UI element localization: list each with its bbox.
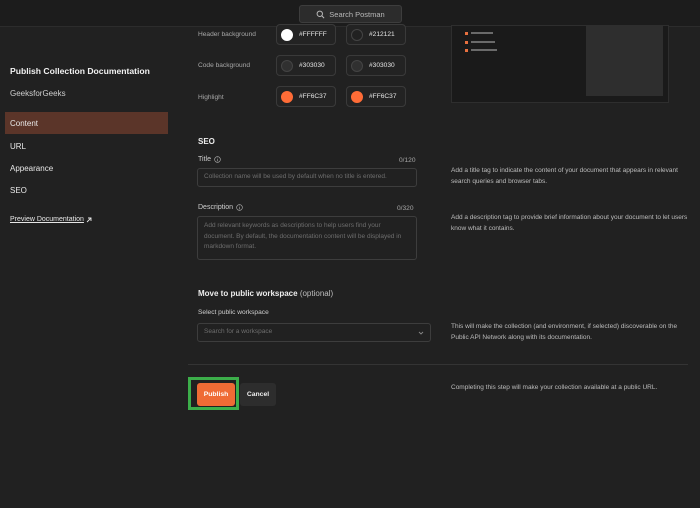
- info-icon[interactable]: [214, 156, 221, 163]
- thumb-bullet: [465, 49, 468, 52]
- title-field-label: Title: [198, 156, 221, 163]
- thumb-bullet: [465, 41, 468, 44]
- thumb-bullet: [465, 32, 468, 35]
- header-background-light-picker[interactable]: #FFFFFF: [276, 24, 336, 45]
- color-value: #303030: [369, 62, 395, 69]
- description-field-label: Description: [198, 204, 243, 211]
- sidebar-item-label: SEO: [10, 185, 27, 195]
- code-background-label: Code background: [198, 62, 251, 69]
- color-value: #212121: [369, 31, 395, 38]
- sidebar-item-url[interactable]: URL: [5, 135, 168, 157]
- title-help-text: Add a title tag to indicate the content …: [451, 167, 678, 186]
- workspace-select[interactable]: Search for a workspace: [197, 323, 431, 342]
- thumb-content-area: [586, 26, 663, 96]
- public-workspace-heading-text: Move to public workspace: [198, 289, 298, 298]
- sidebar-item-appearance[interactable]: Appearance: [5, 157, 168, 179]
- color-swatch: [351, 28, 363, 41]
- preview-documentation-link[interactable]: Preview Documentation: [10, 216, 92, 223]
- top-bar: Search Postman: [0, 0, 700, 27]
- color-swatch: [351, 59, 363, 72]
- optional-tag: (optional): [299, 289, 334, 298]
- title-char-count: 0/120: [399, 157, 416, 164]
- color-value: #FFFFFF: [299, 31, 327, 38]
- global-search[interactable]: Search Postman: [299, 5, 402, 23]
- workspace-help-text: This will make the collection (and envir…: [451, 323, 678, 342]
- select-workspace-label: Select public workspace: [198, 309, 269, 316]
- color-value: #FF6C37: [369, 93, 397, 100]
- sidebar-item-label: Appearance: [10, 163, 54, 173]
- color-value: #FF6C37: [299, 93, 327, 100]
- chevron-down-icon: [418, 331, 424, 335]
- workspace-select-placeholder: Search for a workspace: [204, 328, 273, 335]
- code-background-dark-picker[interactable]: #303030: [346, 55, 406, 76]
- header-background-label: Header background: [198, 31, 256, 38]
- public-workspace-heading: Move to public workspace (optional): [198, 289, 333, 298]
- sidebar-item-seo[interactable]: SEO: [5, 179, 168, 201]
- highlight-light-picker[interactable]: #FF6C37: [276, 86, 336, 107]
- highlight-dark-picker[interactable]: #FF6C37: [346, 86, 406, 107]
- page-title: Publish Collection Documentation: [10, 66, 150, 76]
- description-char-count: 0/320: [397, 205, 414, 212]
- highlight-label: Highlight: [198, 94, 224, 101]
- seo-title-input[interactable]: Collection name will be used by default …: [197, 168, 417, 187]
- seo-description-textarea[interactable]: Add relevant keywords as descriptions to…: [197, 216, 417, 260]
- team-name: GeeksforGeeks: [10, 89, 66, 98]
- color-swatch: [281, 59, 293, 72]
- sidebar-item-content[interactable]: Content: [5, 112, 168, 134]
- search-placeholder: Search Postman: [329, 9, 385, 19]
- color-value: #303030: [299, 62, 325, 69]
- sidebar-item-label: URL: [10, 141, 27, 151]
- description-help-text: Add a description tag to provide brief i…: [451, 214, 688, 233]
- title-label-text: Title: [198, 156, 211, 163]
- color-swatch: [351, 90, 363, 103]
- section-divider: [188, 364, 688, 365]
- publish-note: Completing this step will make your coll…: [451, 384, 658, 391]
- external-link-arrow-icon: [86, 217, 92, 222]
- sidebar: [0, 27, 180, 508]
- search-icon: [316, 10, 325, 18]
- thumb-line: [471, 41, 495, 43]
- sidebar-item-label: Content: [10, 118, 39, 128]
- seo-heading: SEO: [198, 137, 215, 146]
- publish-button[interactable]: Publish: [197, 383, 235, 406]
- info-icon[interactable]: [236, 204, 243, 211]
- cancel-button[interactable]: Cancel: [240, 383, 276, 406]
- thumb-line: [471, 49, 497, 51]
- description-label-text: Description: [198, 204, 234, 211]
- preview-link-label: Preview Documentation: [10, 216, 84, 223]
- documentation-preview-thumbnail: [451, 25, 669, 103]
- thumb-line: [471, 32, 493, 34]
- code-background-light-picker[interactable]: #303030: [276, 55, 336, 76]
- color-swatch: [281, 28, 293, 41]
- header-background-dark-picker[interactable]: #212121: [346, 24, 406, 45]
- color-swatch: [281, 90, 293, 103]
